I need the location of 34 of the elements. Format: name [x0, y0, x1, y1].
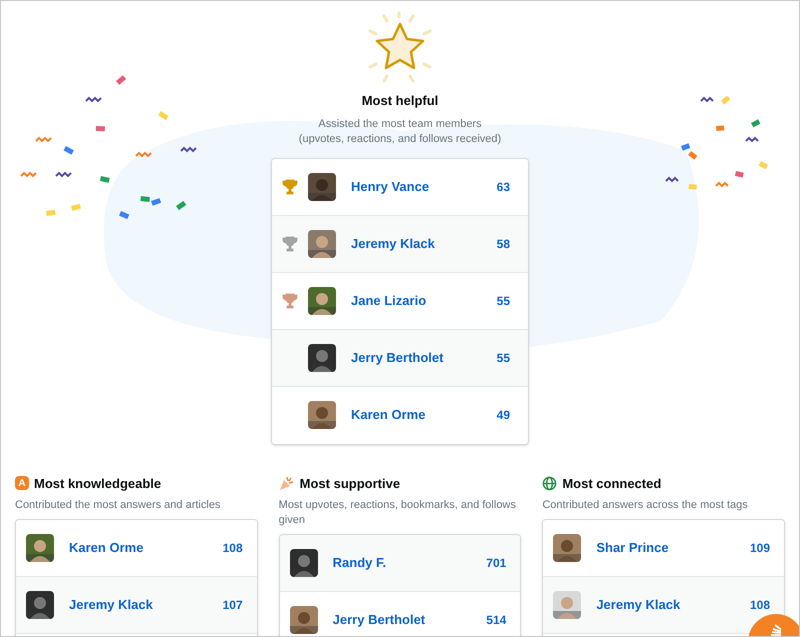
- user-link[interactable]: Karen Orme: [69, 538, 223, 558]
- globe-icon: [542, 476, 558, 491]
- user-link[interactable]: Jeremy Klack: [69, 595, 223, 615]
- user-link[interactable]: Henry Vance: [351, 176, 497, 196]
- score: 108: [222, 540, 244, 557]
- award-description: (upvotes, reactions, and follows received): [298, 132, 502, 146]
- score: 108: [750, 597, 771, 614]
- category-title: Most connected: [562, 474, 662, 492]
- party-popper-icon: [278, 475, 295, 492]
- category-description: Most upvotes, reactions, bookmarks, and follows given: [278, 498, 517, 528]
- category-description: Contributed the most answers and articles: [15, 498, 222, 513]
- score: 107: [222, 597, 244, 614]
- user-link[interactable]: Jane Lizario: [351, 290, 497, 310]
- user-link[interactable]: Jeremy Klack: [351, 234, 497, 254]
- user-link[interactable]: Jeremy Klack: [596, 595, 750, 615]
- user-link[interactable]: Shar Prince: [596, 538, 750, 558]
- category-description: Contributed answers across the most tags: [542, 498, 749, 513]
- user-link[interactable]: Karen Orme: [351, 405, 497, 425]
- user-link[interactable]: Jerry Bertholet: [351, 348, 497, 368]
- score: 514: [486, 612, 508, 629]
- score: 701: [486, 555, 508, 572]
- score: 49: [496, 407, 511, 424]
- score: 63: [496, 178, 511, 196]
- answer-icon: A: [15, 476, 29, 490]
- award-title: Most helpful: [362, 92, 438, 110]
- award-description: Assisted the most team members: [318, 116, 482, 132]
- category-title: Most supportive: [300, 474, 400, 493]
- score: 55: [496, 350, 511, 366]
- category-title: Most knowledgeable: [34, 474, 162, 493]
- score: 55: [496, 292, 511, 310]
- user-link[interactable]: Jerry Bertholet: [332, 610, 486, 630]
- user-link[interactable]: Randy F.: [332, 553, 486, 573]
- score: 109: [750, 540, 771, 557]
- score: 58: [496, 236, 511, 252]
